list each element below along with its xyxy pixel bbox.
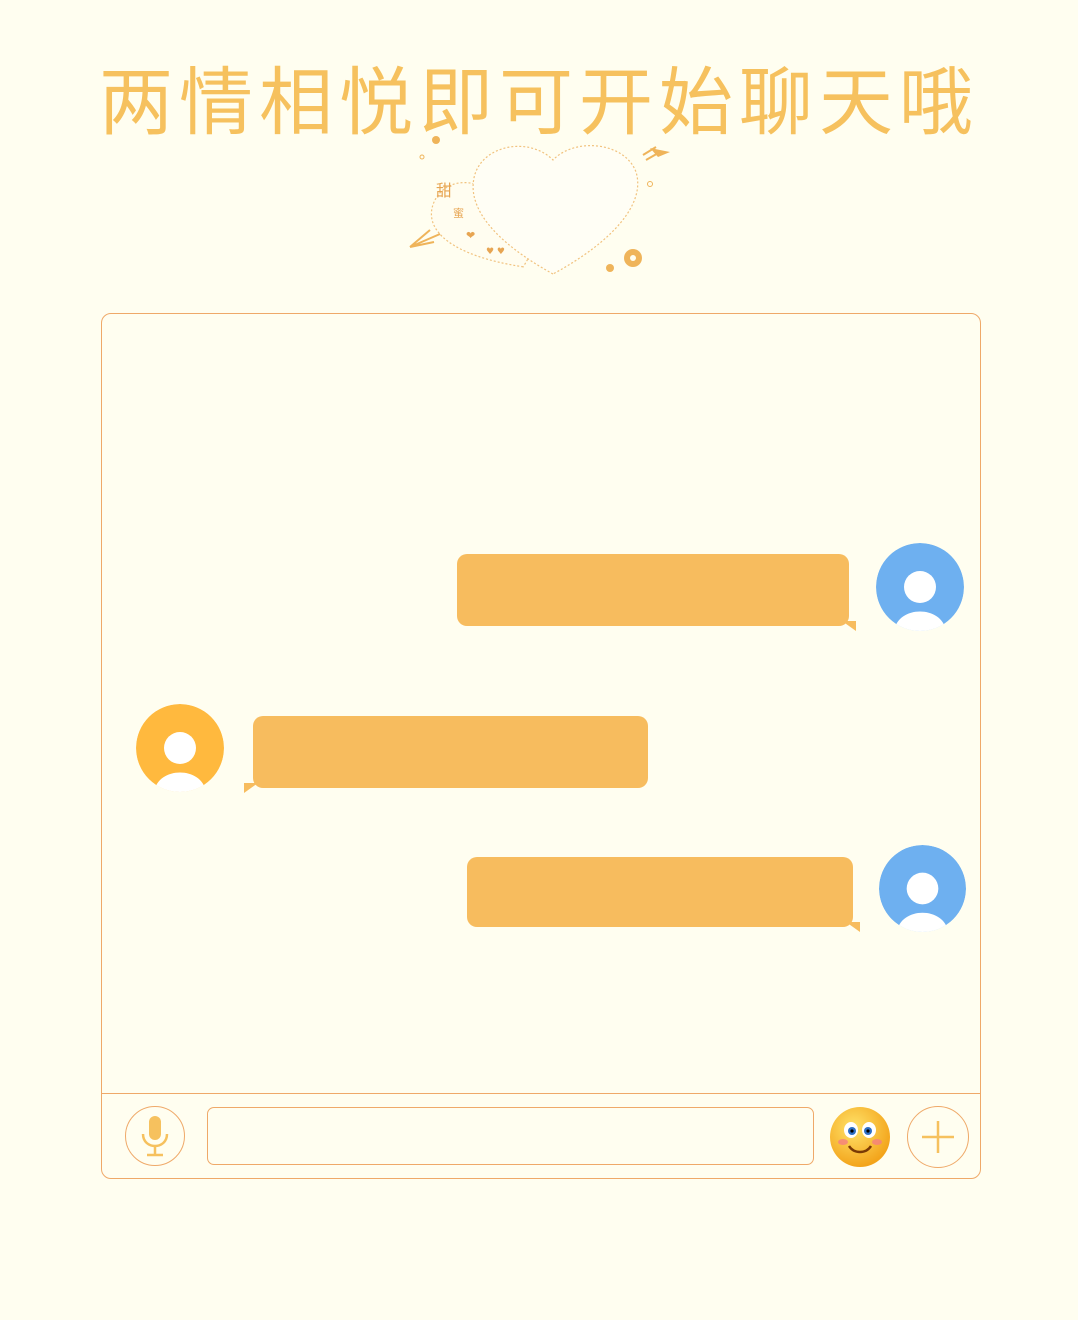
chat-bubble-outgoing[interactable] bbox=[457, 554, 849, 626]
microphone-icon bbox=[141, 1116, 169, 1157]
svg-text:♥ ♥: ♥ ♥ bbox=[486, 247, 505, 257]
chat-bubble-outgoing[interactable] bbox=[467, 857, 853, 927]
plus-icon bbox=[922, 1121, 954, 1153]
bubble-tail bbox=[244, 783, 258, 793]
svg-text:蜜: 蜜 bbox=[453, 206, 464, 220]
double-heart-arrow-icon: 甜 蜜 ❤ ♥ ♥ bbox=[400, 122, 680, 287]
chat-bubble-incoming[interactable] bbox=[253, 716, 648, 788]
input-divider bbox=[102, 1093, 980, 1094]
bubble-tail bbox=[846, 922, 860, 932]
message-input[interactable] bbox=[207, 1107, 814, 1165]
avatar-self[interactable] bbox=[879, 845, 966, 932]
emoji-button[interactable] bbox=[829, 1106, 891, 1168]
svg-text:❤: ❤ bbox=[466, 229, 475, 242]
smiley-face-icon bbox=[830, 1107, 890, 1167]
bubble-tail bbox=[842, 621, 856, 631]
avatar-self[interactable] bbox=[876, 543, 964, 631]
more-button[interactable] bbox=[907, 1106, 969, 1168]
voice-button[interactable] bbox=[125, 1106, 185, 1166]
avatar-other[interactable] bbox=[136, 704, 224, 792]
chat-panel bbox=[101, 313, 981, 1179]
svg-text:甜: 甜 bbox=[436, 181, 452, 200]
